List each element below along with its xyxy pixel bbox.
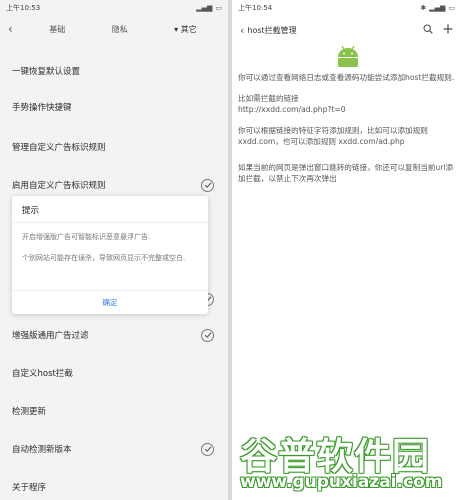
settings-topbar: ‹ 基础 隐私 ▾ 其它	[0, 16, 228, 42]
status-icons-right: ✱ ▂▄▆ ▭	[420, 4, 455, 12]
settings-row[interactable]: 一键恢复默认设置	[0, 52, 228, 90]
dialog-ok-button[interactable]: 确定	[12, 290, 208, 314]
signal-icon: ▂▄▆	[196, 4, 213, 12]
dialog-body: 开启增强版广告可智能标识恶意悬浮广告. 个别网站可能存在误杀，导致网页显示不完整…	[12, 223, 208, 264]
status-time: 上午10:53	[6, 4, 41, 12]
settings-row-label: 检测更新	[12, 407, 47, 417]
search-icon[interactable]	[423, 23, 433, 37]
settings-row[interactable]: 增强版通用广告过滤	[0, 316, 228, 354]
tab-other[interactable]: ▾ 其它	[174, 24, 197, 35]
settings-row-label: 关于程序	[12, 483, 47, 493]
checkmark-circle-icon[interactable]	[201, 178, 214, 192]
settings-row[interactable]: 自定义host拦截	[0, 354, 228, 392]
android-icon	[338, 45, 358, 67]
status-time-right: 上午10:54	[238, 4, 273, 12]
checkmark-circle-icon[interactable]	[201, 328, 214, 342]
add-rule-icon[interactable]	[443, 24, 453, 37]
back-arrow-icon[interactable]: ‹	[8, 22, 26, 36]
checkmark-circle-icon[interactable]	[201, 442, 214, 456]
tab-other-label: 其它	[180, 24, 197, 34]
host-help-text: 你可以通过查看网络日志或查看源码功能尝试添加host拦截规则. 比如需拦截的链接…	[238, 72, 458, 194]
settings-row-label: 启用自定义广告标识规则	[12, 181, 106, 191]
settings-row[interactable]: 管理自定义广告标识规则	[0, 128, 228, 166]
watermark-url: www.gupuxiazai.com	[240, 472, 443, 492]
settings-row[interactable]: 检测更新	[0, 392, 228, 430]
settings-row[interactable]: 手势操作快捷键	[0, 88, 228, 126]
settings-row-label: 增强版通用广告过滤	[12, 331, 89, 341]
dialog-line-1: 开启增强版广告可智能标识恶意悬浮广告.	[22, 233, 151, 241]
bluetooth-icon: ✱	[420, 4, 427, 12]
status-bar-right: 上午10:54 ✱ ▂▄▆ ▭	[232, 0, 461, 16]
tab-privacy[interactable]: 隐私	[112, 24, 128, 35]
help-paragraph-1: 你可以通过查看网络日志或查看源码功能尝试添加host拦截规则.	[238, 73, 455, 82]
host-topbar: ‹ host拦截管理	[232, 16, 461, 44]
watermark: 谷普软件园 www.gupuxiazai.com	[232, 426, 461, 500]
back-arrow-icon-right[interactable]: ‹	[240, 24, 244, 37]
settings-row-label: 一键恢复默认设置	[12, 67, 81, 77]
page-title: host拦截管理	[247, 25, 297, 35]
settings-row-label: 自动检测新版本	[12, 445, 72, 455]
help-paragraph-2: 比如需拦截的链接 http://xxdd.com/ad.php?t=0	[238, 93, 346, 115]
battery-icon-right: ▭	[448, 4, 455, 12]
status-bar: 上午10:53 ▂▄▆ ▭	[0, 0, 228, 16]
settings-row[interactable]: 自动检测新版本	[0, 430, 228, 468]
settings-tabs: 基础 隐私 ▾ 其它	[26, 24, 220, 35]
signal-icon-right: ▂▄▆	[429, 4, 446, 12]
host-manager-screen: 上午10:54 ✱ ▂▄▆ ▭ ‹ host拦截管理 你可以通过查看网络日志或查…	[232, 0, 461, 500]
settings-row[interactable]: 关于程序	[0, 468, 228, 500]
help-paragraph-4: 如果当前的网页是弹出窗口跳转的链接，你还可以复制当前url添加拦截，以禁止下次再…	[238, 162, 454, 184]
dialog-line-2: 个别网站可能存在误杀，导致网页显示不完整或空白.	[22, 254, 186, 262]
status-icons: ▂▄▆ ▭	[196, 4, 222, 12]
help-paragraph-3: 你可以根据链接的特征字符添加规则，比如可以添加规则xxdd.com，也可以添加规…	[238, 125, 428, 147]
settings-row-label: 自定义host拦截	[12, 369, 73, 379]
dialog-title: 提示	[12, 196, 208, 223]
settings-row-label: 管理自定义广告标识规则	[12, 143, 106, 153]
tab-basic[interactable]: 基础	[49, 24, 65, 35]
battery-icon: ▭	[215, 4, 222, 12]
settings-row-label: 手势操作快捷键	[12, 103, 72, 113]
tip-dialog: 提示 开启增强版广告可智能标识恶意悬浮广告. 个别网站可能存在误杀，导致网页显示…	[12, 196, 208, 314]
settings-screen: 上午10:53 ▂▄▆ ▭ ‹ 基础 隐私 ▾ 其它 一键恢复默认设置 手势操作快…	[0, 0, 228, 500]
